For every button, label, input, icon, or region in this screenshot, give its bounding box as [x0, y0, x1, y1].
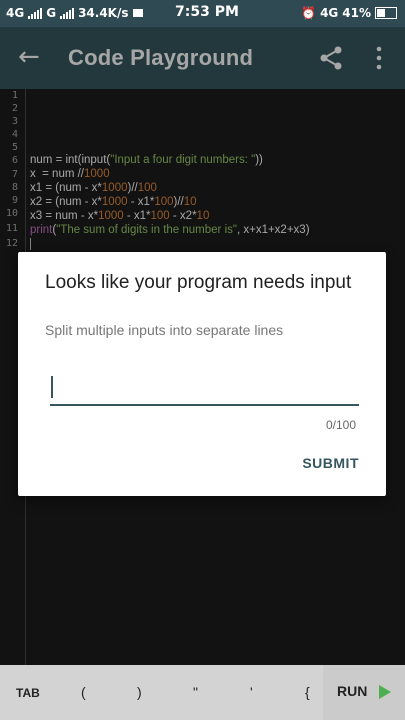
run-button[interactable]: RUN — [323, 665, 405, 720]
status-bar: 4G G 34.4K/s 7:53 PM ⏰ 4G 41% — [0, 0, 405, 27]
data-speed: 34.4K/s — [78, 6, 129, 20]
network-type-3: 4G — [320, 6, 339, 20]
character-counter: 0/100 — [325, 418, 356, 432]
run-label: RUN — [337, 683, 368, 699]
clock: 7:53 PM — [175, 4, 239, 20]
dialog-title: Looks like your program needs input — [45, 272, 352, 293]
key-paren-close[interactable]: ) — [137, 684, 142, 700]
program-input-field[interactable] — [50, 374, 359, 406]
key-paren-open[interactable]: ( — [81, 684, 86, 700]
network-type-1: 4G — [6, 6, 25, 20]
network-type-2: G — [46, 6, 57, 20]
key-single-quote[interactable]: ' — [250, 684, 253, 700]
video-icon — [132, 9, 143, 17]
signal-icon-2 — [60, 7, 75, 19]
signal-icon — [28, 7, 43, 19]
battery-icon — [375, 7, 397, 19]
key-brace-open[interactable]: { — [305, 684, 310, 700]
dialog-subtitle: Split multiple inputs into separate line… — [45, 322, 284, 338]
key-double-quote[interactable]: " — [193, 684, 198, 700]
input-caret — [51, 376, 53, 398]
symbol-keys-bar: TAB ( ) " ' { RUN — [0, 665, 405, 720]
submit-button[interactable]: SUBMIT — [302, 455, 359, 471]
input-dialog: Looks like your program needs input Spli… — [18, 252, 386, 496]
alarm-icon: ⏰ — [301, 6, 317, 20]
battery-percent: 41% — [342, 6, 371, 20]
key-tab[interactable]: TAB — [16, 686, 40, 700]
play-icon — [379, 685, 391, 699]
